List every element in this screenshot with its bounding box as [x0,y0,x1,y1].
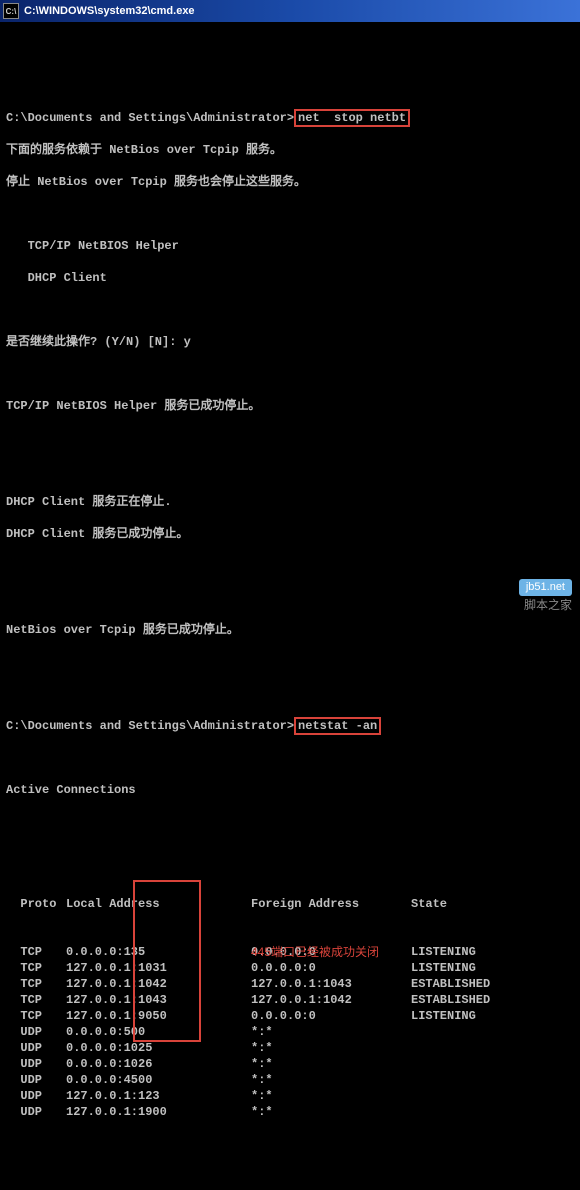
window-title: C:\WINDOWS\system32\cmd.exe [24,5,195,17]
blank-line [6,558,574,574]
blank-line [6,78,574,94]
cell-proto: TCP [6,976,66,992]
table-row: UDP0.0.0.0:500*:* [6,1024,574,1040]
cell-state: LISTENING [411,960,574,976]
blank-line [6,206,574,222]
table-row: UDP127.0.0.1:123*:* [6,1088,574,1104]
cell-foreign: *:* [251,1104,411,1120]
cell-proto: TCP [6,1008,66,1024]
cell-foreign: *:* [251,1024,411,1040]
cell-state [411,1024,574,1040]
cell-state [411,1104,574,1120]
cell-foreign: 127.0.0.1:1042 [251,992,411,1008]
cell-state [411,1072,574,1088]
cell-proto: UDP [6,1104,66,1120]
blank-line [6,814,574,830]
col-local-header: Local Address [66,896,251,912]
cell-proto: TCP [6,960,66,976]
cell-foreign: *:* [251,1088,411,1104]
output-line: DHCP Client [6,270,574,286]
output-line: 停止 NetBios over Tcpip 服务也会停止这些服务。 [6,174,574,190]
cell-state [411,1040,574,1056]
blank-line [6,686,574,702]
cell-foreign: 0.0.0.0:0 [251,960,411,976]
cell-local: 0.0.0.0:1025 [66,1040,251,1056]
output-line: DHCP Client 服务正在停止. [6,494,574,510]
prompt-path: C:\Documents and Settings\Administrator> [6,111,294,125]
table-row: TCP127.0.0.1:1042127.0.0.1:1043ESTABLISH… [6,976,574,992]
command-line-1: C:\Documents and Settings\Administrator>… [6,110,574,126]
cell-local: 127.0.0.1:1043 [66,992,251,1008]
cell-local: 0.0.0.0:500 [66,1024,251,1040]
cell-local: 0.0.0.0:1026 [66,1056,251,1072]
cell-proto: TCP [6,944,66,960]
command-highlight: netstat -an [294,717,381,735]
col-foreign-header: Foreign Address [251,896,411,912]
table-row: TCP127.0.0.1:10310.0.0.0:0LISTENING [6,960,574,976]
cell-proto: UDP [6,1056,66,1072]
cell-foreign: 0.0.0.0:0 [251,1008,411,1024]
cell-state: LISTENING [411,944,574,960]
command-highlight: net stop netbt [294,109,410,127]
blank-line [6,46,574,62]
cell-local: 0.0.0.0:4500 [66,1072,251,1088]
output-line: TCP/IP NetBIOS Helper [6,238,574,254]
cell-proto: UDP [6,1072,66,1088]
cell-state [411,1056,574,1072]
cell-local: 127.0.0.1:1042 [66,976,251,992]
cell-foreign: *:* [251,1040,411,1056]
output-line: TCP/IP NetBIOS Helper 服务已成功停止。 [6,398,574,414]
command-line-2: C:\Documents and Settings\Administrator>… [6,718,574,734]
blank-line [6,654,574,670]
cell-local: 127.0.0.1:123 [66,1088,251,1104]
table-header: Proto Local Address Foreign Address Stat… [6,896,574,912]
cell-proto: UDP [6,1040,66,1056]
window-titlebar[interactable]: C:\ C:\WINDOWS\system32\cmd.exe [0,0,580,22]
table-row: TCP127.0.0.1:90500.0.0.0:0LISTENING [6,1008,574,1024]
cell-state: ESTABLISHED [411,992,574,1008]
cell-foreign: *:* [251,1072,411,1088]
cell-state: ESTABLISHED [411,976,574,992]
cell-local: 0.0.0.0:135 [66,944,251,960]
blank-line [6,366,574,382]
table-row: UDP0.0.0.0:1026*:* [6,1056,574,1072]
cell-proto: UDP [6,1024,66,1040]
output-line: 是否继续此操作? (Y/N) [N]: y [6,334,574,350]
output-line: NetBios over Tcpip 服务已成功停止。 [6,622,574,638]
cell-state [411,1088,574,1104]
cell-state: LISTENING [411,1008,574,1024]
output-line: DHCP Client 服务已成功停止。 [6,526,574,542]
cell-proto: TCP [6,992,66,1008]
col-state-header: State [411,896,574,912]
table-row: UDP0.0.0.0:1025*:* [6,1040,574,1056]
table-row: UDP127.0.0.1:1900*:* [6,1104,574,1120]
annotation-text: 445端口已经被成功关闭 [251,944,379,960]
cmd-icon: C:\ [3,3,19,19]
cell-foreign: 127.0.0.1:1043 [251,976,411,992]
table-row: TCP127.0.0.1:1043127.0.0.1:1042ESTABLISH… [6,992,574,1008]
connections-table: Proto Local Address Foreign Address Stat… [6,864,574,1168]
terminal-output[interactable]: C:\Documents and Settings\Administrator>… [0,22,580,1190]
blank-line [6,750,574,766]
blank-line [6,462,574,478]
blank-line [6,590,574,606]
cell-proto: UDP [6,1088,66,1104]
cell-foreign: *:* [251,1056,411,1072]
table-row: UDP0.0.0.0:4500*:* [6,1072,574,1088]
col-proto-header: Proto [6,896,66,912]
cell-local: 127.0.0.1:1900 [66,1104,251,1120]
output-line: Active Connections [6,782,574,798]
cell-local: 127.0.0.1:1031 [66,960,251,976]
output-line: 下面的服务依赖于 NetBios over Tcpip 服务。 [6,142,574,158]
prompt-path: C:\Documents and Settings\Administrator> [6,719,294,733]
blank-line [6,302,574,318]
cell-local: 127.0.0.1:9050 [66,1008,251,1024]
blank-line [6,430,574,446]
